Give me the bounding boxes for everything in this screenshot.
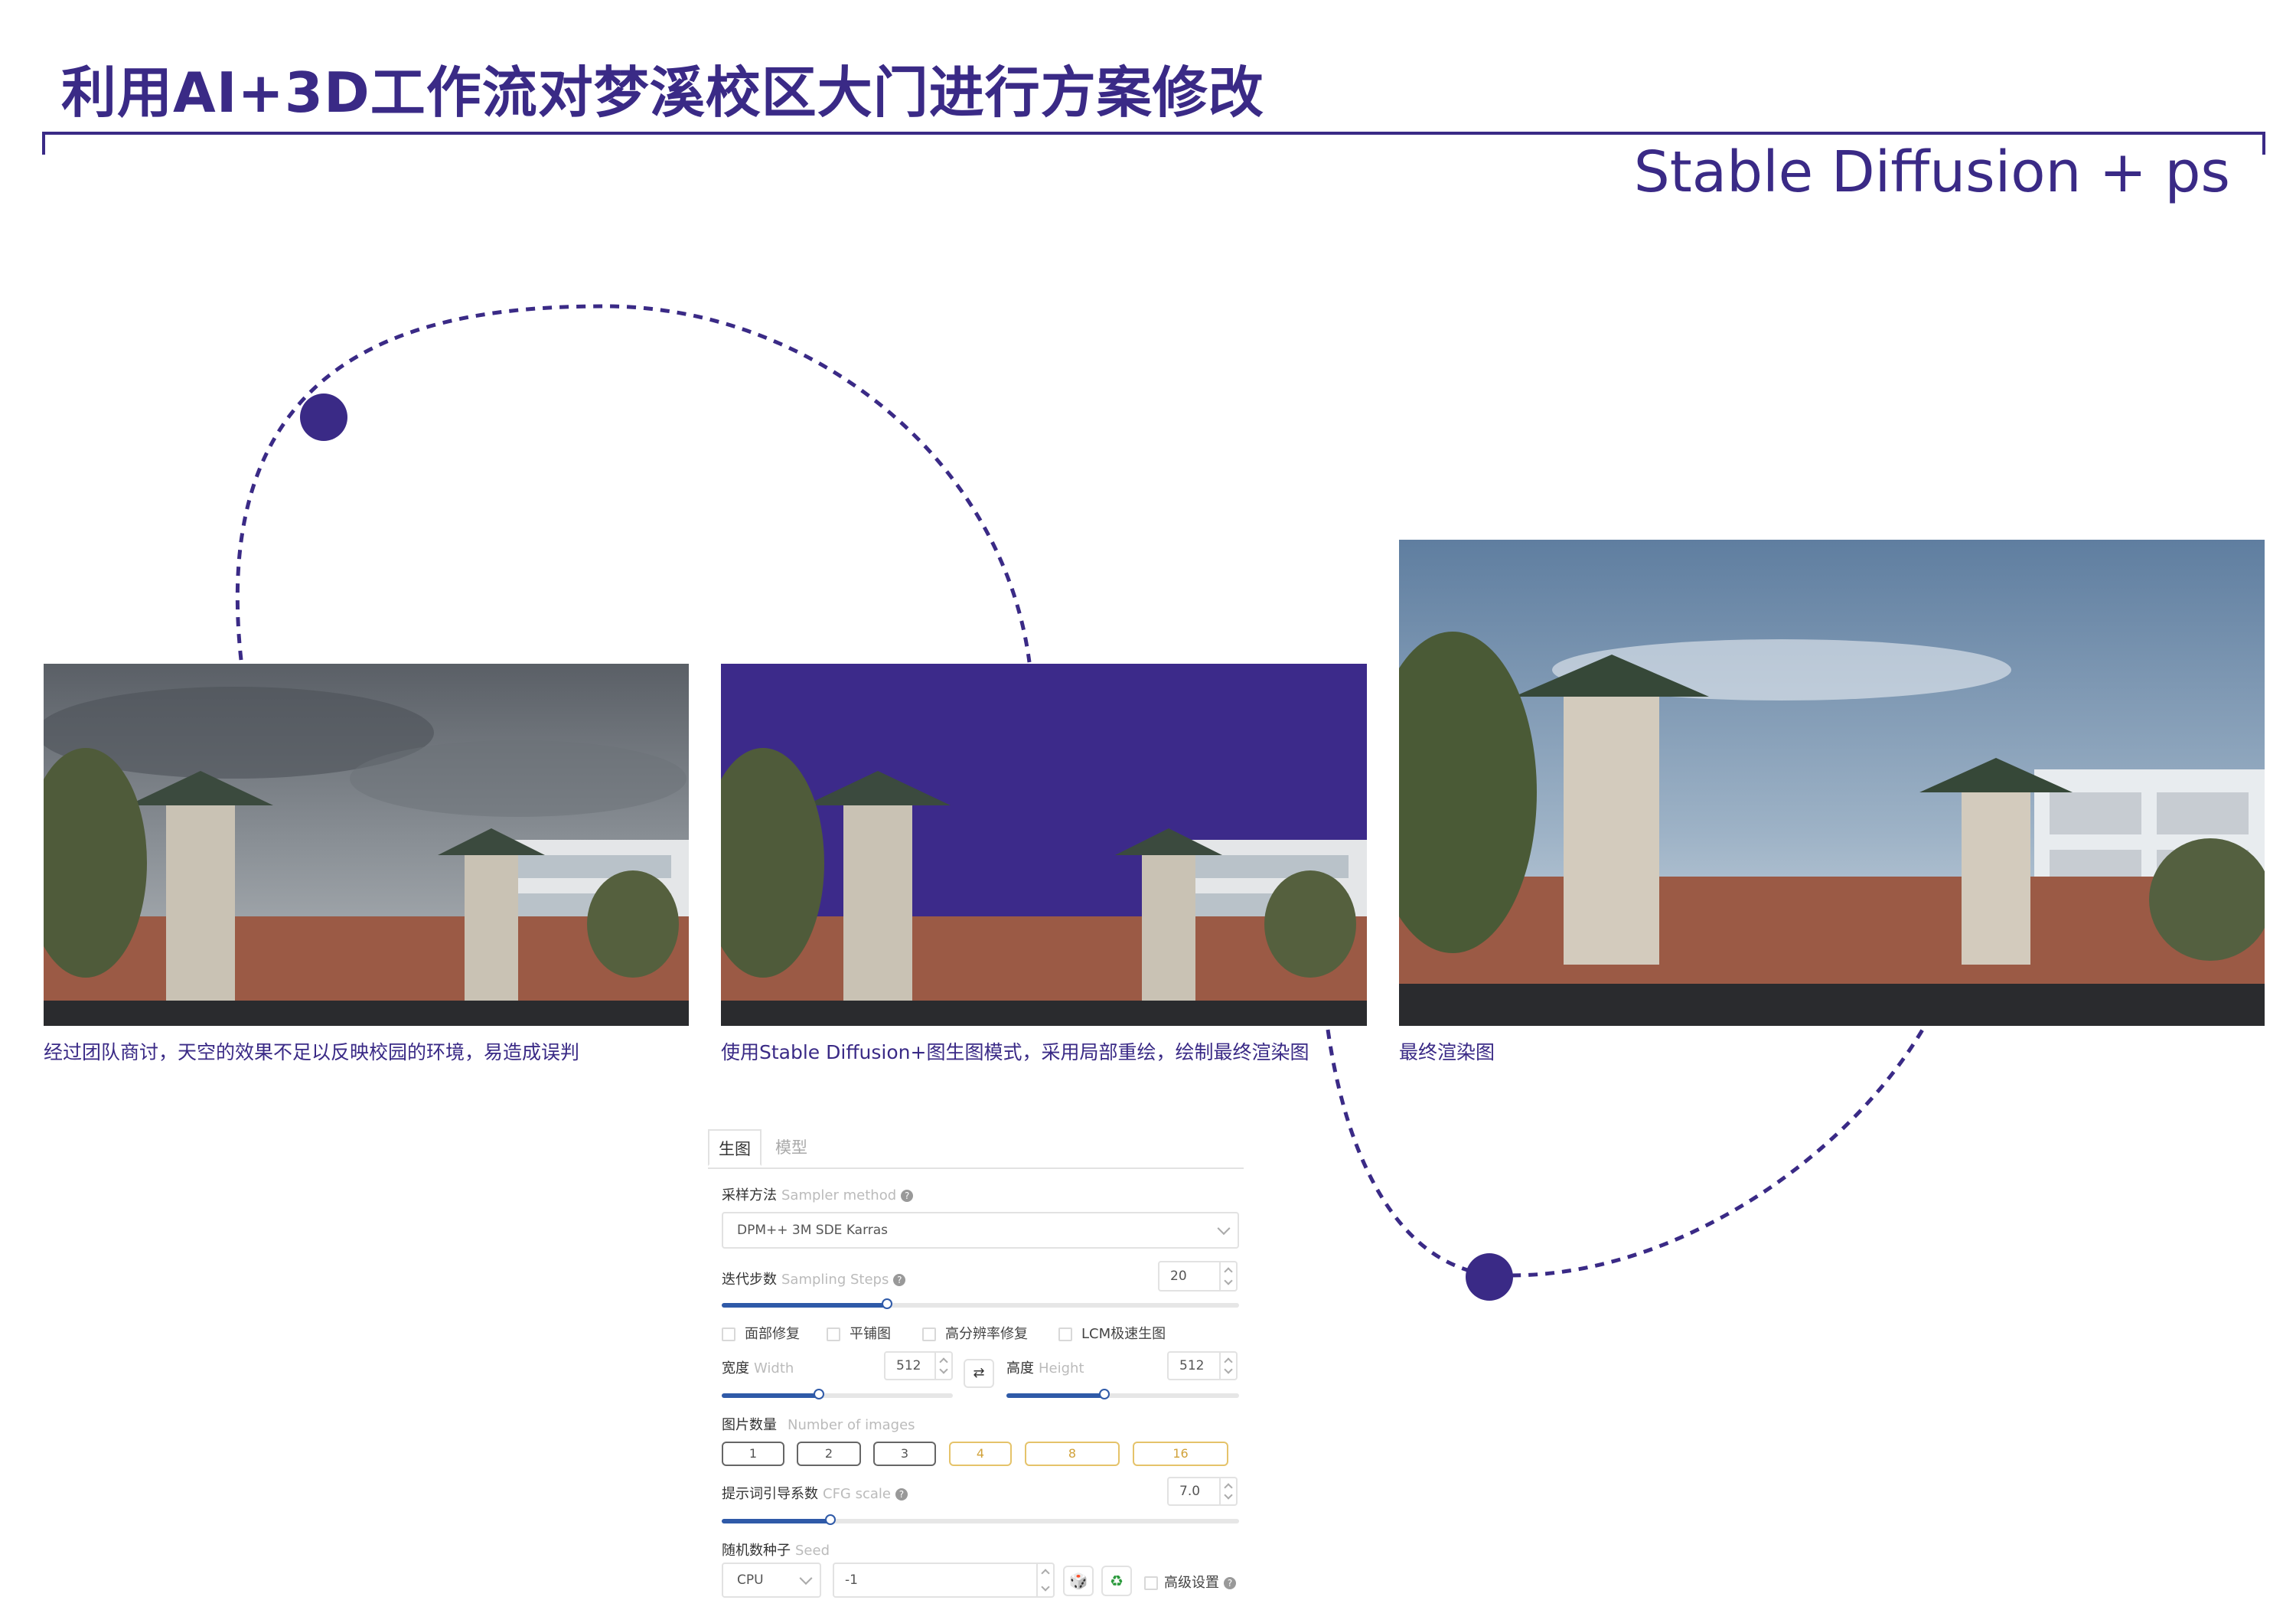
num-images-label-en: Number of images (788, 1417, 915, 1433)
cfg-slider-fill (722, 1519, 830, 1523)
num-images-option-1[interactable]: 1 (722, 1442, 784, 1466)
steps-slider[interactable] (722, 1298, 1239, 1309)
height-label-en: Height (1039, 1360, 1084, 1376)
width-label-text: 宽度 (722, 1360, 749, 1376)
seed-device-select[interactable]: CPU (722, 1563, 821, 1598)
checkbox-lcm[interactable]: LCM极速生图 (1058, 1323, 1166, 1343)
checkbox-advanced[interactable]: 高级设置? (1144, 1572, 1236, 1592)
sampler-label-text: 采样方法 (722, 1187, 777, 1203)
seed-label: 随机数种子 Seed (722, 1540, 830, 1559)
width-slider[interactable] (722, 1389, 953, 1399)
render-image-original (44, 664, 689, 1026)
checkbox-label: 平铺图 (850, 1326, 891, 1342)
help-icon[interactable]: ? (901, 1190, 914, 1202)
help-icon[interactable]: ? (1224, 1577, 1236, 1589)
num-images-option-2[interactable]: 2 (797, 1442, 861, 1466)
height-slider[interactable] (1006, 1389, 1239, 1399)
checkbox-face-restore[interactable]: 面部修复 (722, 1323, 800, 1343)
cfg-label: 提示词引导系数 CFG scale? (722, 1483, 908, 1503)
height-label-text: 高度 (1006, 1360, 1034, 1376)
dice-icon: 🎲 (1068, 1572, 1088, 1590)
help-icon[interactable]: ? (895, 1488, 908, 1501)
swap-dimensions-button[interactable]: ⇄ (964, 1359, 994, 1388)
num-images-option-8[interactable]: 8 (1025, 1442, 1120, 1466)
caption-image-2: 使用Stable Diffusion+图生图模式，采用局部重绘，绘制最终渲染图 (721, 1041, 1309, 1063)
help-icon[interactable]: ? (893, 1274, 906, 1286)
random-seed-button[interactable]: 🎲 (1063, 1566, 1094, 1596)
tab-model[interactable]: 模型 (766, 1129, 820, 1166)
num-images-label-text: 图片数量 (722, 1417, 777, 1433)
num-images-option-16[interactable]: 16 (1133, 1442, 1228, 1466)
cfg-slider-handle[interactable] (824, 1514, 836, 1525)
width-label: 宽度 Width (722, 1357, 794, 1377)
dot-marker-bottom (1466, 1253, 1513, 1301)
height-value: 512 (1179, 1358, 1205, 1373)
height-input[interactable]: 512 (1167, 1351, 1238, 1380)
height-slider-handle[interactable] (1098, 1389, 1110, 1399)
sampler-label: 采样方法 Sampler method? (722, 1184, 914, 1204)
cfg-slider[interactable] (722, 1514, 1239, 1525)
steps-label-text: 迭代步数 (722, 1272, 777, 1288)
sampler-select[interactable]: DPM++ 3M SDE Karras (722, 1212, 1239, 1249)
checkbox-icon[interactable] (1058, 1327, 1072, 1341)
chevron-down-icon (1217, 1222, 1231, 1236)
num-images-options: 1 2 3 4 8 16 (722, 1442, 1239, 1468)
checkbox-label: 高分辨率修复 (945, 1326, 1028, 1342)
cfg-label-text: 提示词引导系数 (722, 1486, 818, 1502)
stepper-icon[interactable] (1036, 1564, 1053, 1596)
advanced-label: 高级设置 (1164, 1575, 1219, 1591)
chevron-down-icon (799, 1572, 813, 1585)
width-value: 512 (896, 1358, 921, 1373)
steps-input[interactable]: 20 (1158, 1261, 1238, 1292)
num-images-label: 图片数量 Number of images (722, 1414, 915, 1434)
seed-label-text: 随机数种子 (722, 1543, 791, 1559)
checkbox-label: LCM极速生图 (1081, 1326, 1166, 1342)
checkbox-hires-fix[interactable]: 高分辨率修复 (922, 1323, 1028, 1343)
height-slider-fill (1006, 1393, 1104, 1398)
caption-image-3: 最终渲染图 (1399, 1041, 1495, 1063)
tab-generate[interactable]: 生图 (708, 1129, 762, 1166)
cfg-label-en: CFG scale (823, 1486, 891, 1502)
seed-device-value: CPU (737, 1572, 764, 1588)
width-slider-handle[interactable] (813, 1389, 824, 1399)
sampler-label-en: Sampler method (781, 1187, 897, 1203)
steps-label-en: Sampling Steps (781, 1272, 889, 1288)
checkbox-icon[interactable] (922, 1327, 936, 1341)
sd-settings-panel: 生图 模型 采样方法 Sampler method? DPM++ 3M SDE K… (708, 1129, 1244, 1604)
checkbox-icon[interactable] (827, 1327, 840, 1341)
caption-image-1: 经过团队商讨，天空的效果不足以反映校园的环境，易造成误判 (44, 1041, 580, 1063)
checkbox-icon[interactable] (722, 1327, 735, 1341)
num-images-option-3[interactable]: 3 (873, 1442, 936, 1466)
stepper-icon[interactable] (1219, 1353, 1236, 1379)
sampler-value: DPM++ 3M SDE Karras (737, 1223, 889, 1238)
stepper-icon[interactable] (1219, 1262, 1236, 1290)
num-images-option-4[interactable]: 4 (949, 1442, 1012, 1466)
sd-tab-bar: 生图 模型 (708, 1129, 1244, 1169)
height-label: 高度 Height (1006, 1357, 1084, 1377)
stepper-icon[interactable] (1219, 1478, 1236, 1504)
cfg-input[interactable]: 7.0 (1167, 1477, 1238, 1506)
width-slider-fill (722, 1393, 819, 1398)
render-image-masked (721, 664, 1367, 1026)
dashed-arc-top (235, 304, 1032, 663)
swap-icon: ⇄ (973, 1365, 985, 1381)
reuse-seed-button[interactable]: ♻ (1101, 1566, 1132, 1596)
render-image-final (1399, 540, 2265, 1026)
seed-value: -1 (845, 1572, 858, 1588)
recycle-icon: ♻ (1110, 1572, 1124, 1590)
checkbox-label: 面部修复 (745, 1326, 800, 1342)
dot-marker-top (300, 394, 347, 441)
cfg-value: 7.0 (1179, 1484, 1201, 1499)
seed-label-en: Seed (795, 1543, 830, 1559)
steps-slider-fill (722, 1303, 888, 1308)
steps-label: 迭代步数 Sampling Steps? (722, 1269, 906, 1288)
width-input[interactable]: 512 (884, 1351, 953, 1380)
width-label-en: Width (754, 1360, 794, 1376)
steps-value: 20 (1170, 1269, 1187, 1284)
steps-slider-handle[interactable] (882, 1298, 893, 1309)
checkbox-tiling[interactable]: 平铺图 (827, 1323, 891, 1343)
seed-input[interactable]: -1 (833, 1563, 1055, 1598)
stepper-icon[interactable] (934, 1353, 951, 1379)
checkbox-icon[interactable] (1144, 1576, 1158, 1590)
